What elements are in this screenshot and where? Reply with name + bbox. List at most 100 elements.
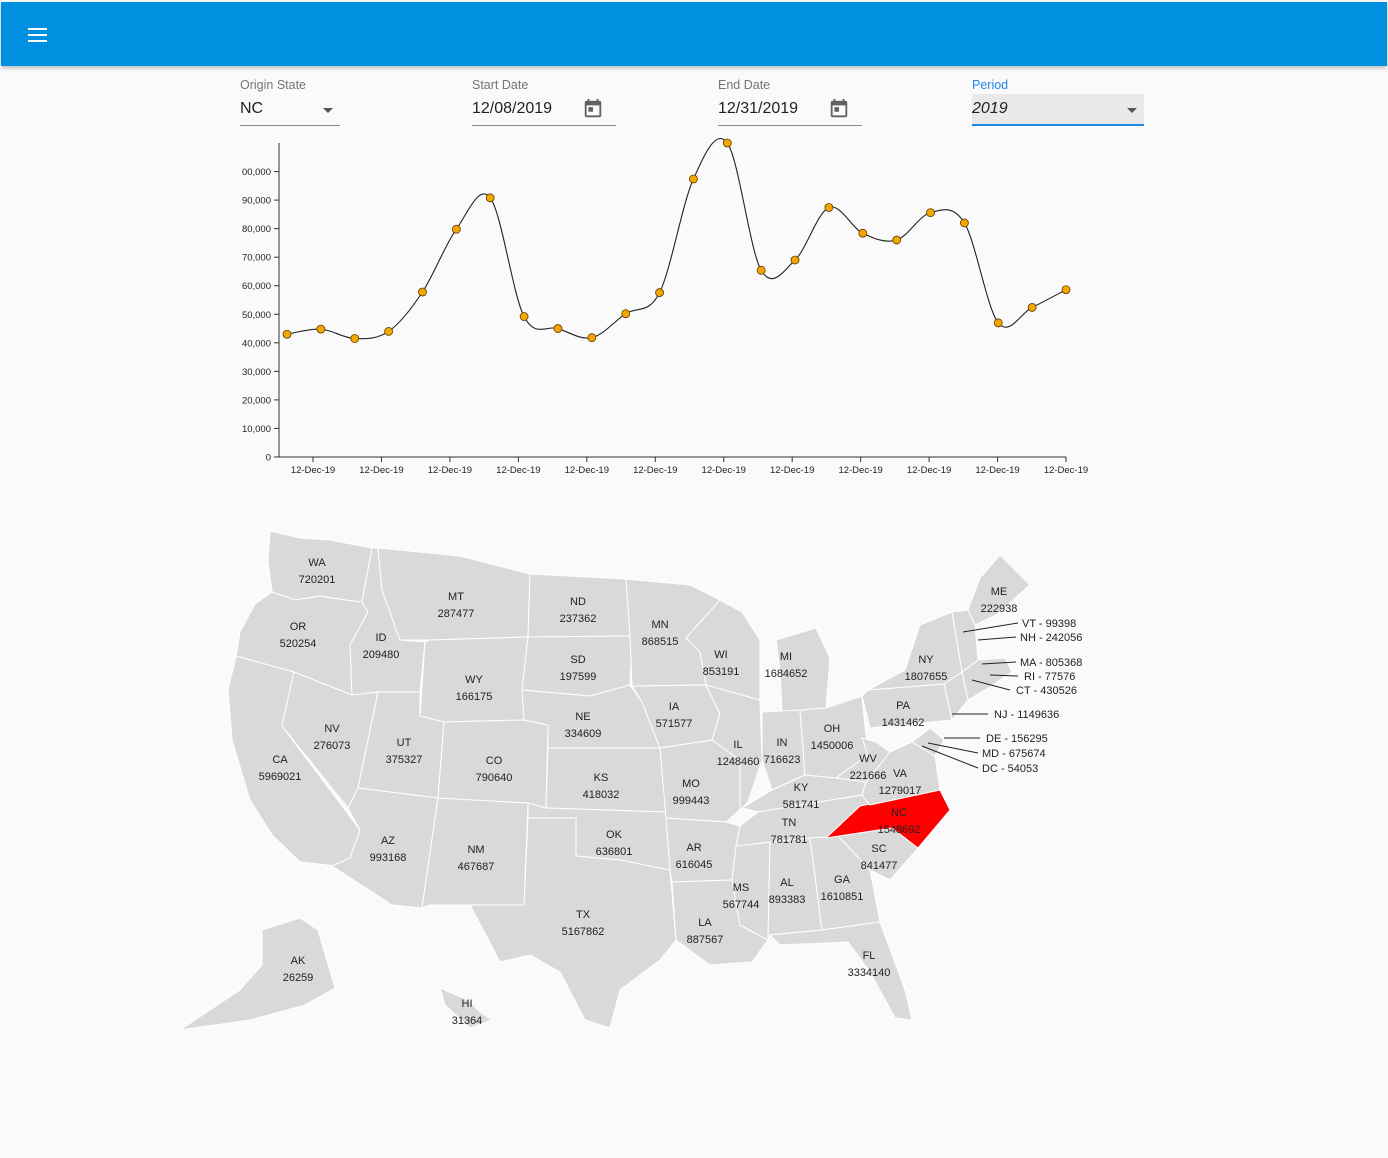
- calendar-icon[interactable]: [828, 98, 850, 120]
- state-value-label: 1807655: [905, 671, 948, 683]
- callout-label: NJ - 1149636: [994, 709, 1059, 721]
- x-tick-label: 12-Dec-19: [291, 465, 335, 476]
- state-value-label: 166175: [456, 691, 493, 703]
- y-tick-label: 30,000: [242, 367, 271, 378]
- state-value-label: 1684652: [765, 668, 808, 680]
- callout-leader-line: [977, 636, 1017, 641]
- data-point[interactable]: [519, 312, 529, 321]
- data-point[interactable]: [993, 318, 1003, 328]
- data-point[interactable]: [655, 288, 664, 297]
- period-value: 2019: [972, 100, 1008, 117]
- state-code-label: PA: [896, 700, 911, 712]
- data-point[interactable]: [587, 333, 597, 343]
- y-tick-label: 0: [266, 453, 271, 464]
- state-code-label: HI: [462, 998, 473, 1010]
- state-code-label: WY: [465, 674, 483, 686]
- state-value-label: 993168: [370, 852, 407, 864]
- data-point[interactable]: [858, 228, 868, 238]
- state-value-label: 1248460: [717, 756, 760, 768]
- state-code-label: WV: [859, 753, 877, 765]
- data-point[interactable]: [892, 235, 902, 245]
- state-value-label: 571577: [656, 718, 693, 730]
- state-code-label: AK: [291, 955, 306, 967]
- state-value-label: 868515: [642, 636, 679, 648]
- callout-label: NH - 242056: [1020, 632, 1082, 644]
- state-code-label: CA: [272, 754, 288, 766]
- state-value-label: 781781: [771, 834, 808, 846]
- state-code-label: CO: [486, 755, 503, 767]
- state-code-label: WI: [714, 649, 727, 661]
- data-point[interactable]: [621, 309, 631, 319]
- state-sd[interactable]: [521, 635, 633, 697]
- us-map: WA 720201 OR 520254 CA 5969021 ID 209480 NV 27607…: [179, 530, 1082, 1031]
- state-ar[interactable]: [665, 817, 741, 883]
- callout-label: MA - 805368: [1020, 657, 1082, 669]
- data-point[interactable]: [722, 138, 732, 148]
- state-value-label: 567744: [723, 899, 760, 911]
- callout-label: MD - 675674: [982, 748, 1046, 760]
- state-code-label: ND: [570, 596, 586, 608]
- start-date-field[interactable]: Start Date 12/08/2019: [472, 78, 616, 126]
- data-point[interactable]: [926, 208, 935, 218]
- state-code-label: KY: [794, 782, 809, 794]
- state-code-label: NC: [891, 807, 907, 819]
- state-value-label: 209480: [363, 649, 400, 661]
- data-point[interactable]: [384, 326, 394, 336]
- state-code-label: AL: [780, 877, 793, 889]
- data-point[interactable]: [689, 174, 698, 184]
- dropdown-arrow-icon: [323, 108, 333, 113]
- end-date-field[interactable]: End Date 12/31/2019: [718, 78, 862, 126]
- state-value-label: 999443: [673, 795, 710, 807]
- x-tick-label: 12-Dec-19: [428, 465, 472, 476]
- data-point[interactable]: [790, 255, 800, 265]
- state-value-label: 1548692: [878, 824, 921, 836]
- origin-state-select[interactable]: Origin State NC: [240, 78, 340, 126]
- line-chart: 0 10,000 20,000 30,000 40,000 50,000 60,000 70,…: [242, 137, 1088, 476]
- origin-state-value: NC: [240, 100, 264, 117]
- hamburger-menu-icon[interactable]: [23, 20, 53, 50]
- data-point[interactable]: [451, 224, 461, 234]
- state-code-label: GA: [834, 874, 851, 886]
- period-label: Period: [972, 78, 1009, 92]
- state-value-label: 467687: [458, 861, 495, 873]
- start-date-value: 12/08/2019: [472, 100, 553, 117]
- period-select[interactable]: Period 2019: [972, 78, 1144, 126]
- state-code-label: MO: [682, 778, 700, 790]
- y-tick-label: 60,000: [242, 281, 271, 292]
- data-point[interactable]: [959, 218, 969, 228]
- data-point[interactable]: [553, 324, 563, 333]
- state-code-label: ID: [376, 632, 387, 644]
- y-tick-label: 80,000: [242, 224, 271, 235]
- state-code-label: NM: [467, 844, 484, 856]
- data-point[interactable]: [1061, 285, 1071, 295]
- x-tick-label: 12-Dec-19: [838, 465, 882, 476]
- data-point[interactable]: [824, 203, 834, 212]
- state-code-label: NY: [918, 654, 934, 666]
- data-point[interactable]: [282, 329, 292, 339]
- state-code-label: ME: [991, 586, 1008, 598]
- state-value-label: 1431462: [882, 717, 925, 729]
- callout-label: CT - 430526: [1016, 685, 1077, 697]
- state-code-label: UT: [397, 737, 412, 749]
- state-value-label: 375327: [386, 754, 423, 766]
- data-point[interactable]: [756, 265, 766, 275]
- state-fl[interactable]: [768, 921, 913, 1021]
- x-tick-label: 12-Dec-19: [496, 465, 540, 476]
- callout-label: DC - 54053: [982, 763, 1038, 775]
- calendar-icon[interactable]: [582, 98, 604, 120]
- data-point[interactable]: [418, 287, 427, 297]
- state-value-label: 31364: [452, 1015, 483, 1027]
- state-code-label: NE: [575, 711, 590, 723]
- data-point[interactable]: [1027, 303, 1037, 312]
- state-code-label: AZ: [381, 835, 395, 847]
- state-code-label: VA: [893, 768, 908, 780]
- data-point[interactable]: [485, 193, 495, 203]
- end-date-label: End Date: [718, 78, 771, 92]
- y-tick-label: 70,000: [242, 253, 271, 264]
- y-tick-label: 00,000: [242, 167, 271, 178]
- state-code-label: OK: [606, 829, 623, 841]
- state-value-label: 5969021: [259, 771, 302, 783]
- state-value-label: 616045: [676, 859, 713, 871]
- data-point[interactable]: [350, 334, 360, 343]
- data-point[interactable]: [316, 324, 326, 334]
